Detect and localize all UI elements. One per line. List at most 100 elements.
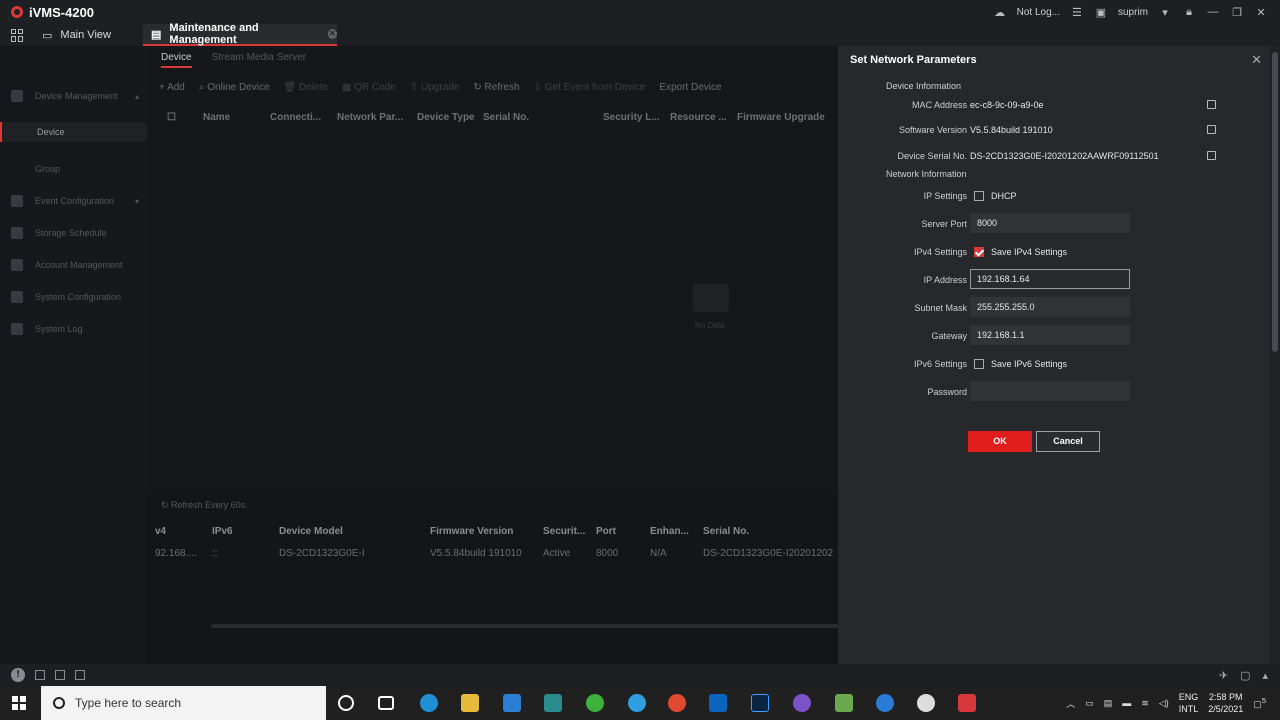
column-header[interactable]: Name — [203, 112, 230, 123]
add-button[interactable]: + Add — [159, 82, 185, 93]
obs-icon[interactable] — [917, 694, 935, 712]
sidebar-item-group[interactable]: Group — [0, 159, 147, 179]
outlook-icon[interactable] — [709, 694, 727, 712]
camera-icon[interactable]: ▭ — [1085, 698, 1094, 709]
export-device-button[interactable]: Export Device — [659, 82, 721, 93]
column-header[interactable]: Enhan... — [650, 526, 689, 537]
dell-icon[interactable] — [544, 694, 562, 712]
vertical-scrollbar[interactable] — [1270, 46, 1280, 664]
column-header[interactable]: v4 — [155, 526, 166, 537]
apps-grid-icon[interactable] — [11, 28, 24, 42]
table-row[interactable]: 92.168.... :: DS-2CD1323G0E-I V5.5.84bui… — [147, 544, 838, 562]
notification-icon[interactable]: ▢5 — [1253, 696, 1266, 710]
copy-icon[interactable] — [1207, 125, 1216, 134]
trash-icon[interactable] — [35, 670, 45, 680]
tab-close-icon[interactable]: ✕ — [327, 29, 337, 39]
column-header[interactable]: Security L... — [603, 112, 660, 123]
refresh-button[interactable]: ↻ Refresh — [473, 82, 519, 93]
refresh-interval[interactable]: ↻ Refresh Every 60s. — [161, 500, 248, 511]
chevron-up-icon[interactable]: ︿ — [1066, 697, 1075, 710]
sidebar-item-storage-schedule[interactable]: Storage Schedule — [0, 223, 147, 243]
subnet-mask-field[interactable]: 255.255.255.0 — [970, 297, 1130, 317]
internet-explorer-icon[interactable] — [628, 694, 646, 712]
server-port-field[interactable]: 8000 — [970, 213, 1130, 233]
copy-icon[interactable] — [1207, 151, 1216, 160]
column-header[interactable]: Device Model — [279, 526, 343, 537]
online-device-button[interactable]: ⌕ Online Device — [199, 82, 270, 93]
column-header[interactable]: Resource ... — [670, 112, 727, 123]
column-header[interactable]: Securit... — [543, 526, 585, 537]
cloud-icon[interactable]: ☁ — [993, 5, 1007, 19]
list-icon[interactable]: ☰ — [1070, 5, 1084, 19]
qr-code-button[interactable]: ▦ QR Code — [342, 82, 396, 93]
copy-icon[interactable] — [1207, 100, 1216, 109]
monitor-icon[interactable]: ▤ — [1104, 698, 1113, 709]
fullscreen-icon[interactable]: ▢ — [1240, 669, 1250, 682]
save-ipv6-checkbox[interactable] — [974, 359, 984, 369]
close-icon[interactable]: ✕ — [1251, 52, 1262, 68]
speaker-icon[interactable] — [75, 670, 85, 680]
battery-icon[interactable]: ▬ — [1122, 698, 1131, 708]
sidebar-item-account-management[interactable]: Account Management — [0, 255, 147, 275]
chrome-icon[interactable] — [668, 694, 686, 712]
utorrent-icon[interactable] — [835, 694, 853, 712]
ip-address-field[interactable]: 192.168.1.64 — [970, 269, 1130, 289]
column-header[interactable]: Port — [596, 526, 616, 537]
wechat-icon[interactable] — [586, 694, 604, 712]
sidebar-item-event-configuration[interactable]: Event Configuration ▾ — [0, 191, 147, 211]
sidebar-item-device-management[interactable]: Device Management ▴ — [0, 86, 147, 106]
sidebar-item-system-log[interactable]: System Log — [0, 319, 147, 339]
sidebar-item-system-configuration[interactable]: System Configuration — [0, 287, 147, 307]
edge-icon[interactable] — [420, 694, 438, 712]
task-view-icon[interactable] — [378, 696, 394, 710]
horizontal-scrollbar[interactable] — [211, 624, 838, 628]
mail-icon[interactable] — [503, 694, 521, 712]
column-header[interactable]: Network Par... — [337, 112, 403, 123]
chevron-down-icon[interactable]: ▾ — [1158, 5, 1172, 19]
taskbar-clock[interactable]: 2:58 PM 2/5/2021 — [1208, 691, 1243, 715]
column-header[interactable]: Serial No. — [483, 112, 529, 123]
select-all-checkbox[interactable]: ☐ — [167, 112, 176, 123]
taskbar-search-box[interactable]: Type here to search — [41, 686, 326, 720]
gateway-field[interactable]: 192.168.1.1 — [970, 325, 1130, 345]
cloud-status[interactable]: Not Log... — [1017, 7, 1060, 18]
column-header[interactable]: Firmware Upgrade — [737, 112, 825, 123]
column-header[interactable]: Device Type — [417, 112, 475, 123]
close-icon[interactable]: ✕ — [1254, 5, 1268, 19]
save-ipv4-checkbox[interactable] — [974, 247, 984, 257]
column-header[interactable]: Serial No. — [703, 526, 749, 537]
subtab-device[interactable]: Device — [161, 52, 192, 68]
file-explorer-icon[interactable] — [461, 694, 479, 712]
ok-button[interactable]: OK — [968, 431, 1032, 452]
minimize-icon[interactable]: — — [1206, 5, 1220, 19]
language-indicator[interactable]: ENG INTL — [1179, 691, 1199, 715]
tab-maintenance[interactable]: ▤ Maintenance and Management ✕ — [143, 22, 337, 46]
volume-icon[interactable]: ◁) — [1159, 698, 1169, 709]
viber-icon[interactable] — [793, 694, 811, 712]
upgrade-button[interactable]: ⇧ Upgrade — [410, 82, 460, 93]
browser-icon[interactable] — [876, 694, 894, 712]
cancel-button[interactable]: Cancel — [1036, 431, 1100, 452]
tab-main-view[interactable]: ▭ Main View — [42, 29, 111, 42]
image-icon[interactable]: ▣ — [1094, 5, 1108, 19]
wifi-icon[interactable]: ≋ — [1141, 698, 1149, 709]
sidebar-item-device[interactable]: Device — [0, 122, 147, 142]
user-menu[interactable]: suprim — [1118, 7, 1148, 18]
subtab-stream-media-server[interactable]: Stream Media Server — [212, 52, 306, 68]
lock-icon[interactable]: 🔒︎ — [1182, 5, 1196, 19]
windows-start-icon[interactable] — [12, 696, 26, 710]
dhcp-checkbox[interactable] — [974, 191, 984, 201]
chevron-up-icon[interactable]: ▴ — [1262, 669, 1268, 682]
restore-icon[interactable]: ❐ — [1230, 5, 1244, 19]
pin-icon[interactable]: ✈ — [1219, 669, 1228, 682]
ivms-taskbar-icon[interactable] — [958, 694, 976, 712]
password-field[interactable] — [970, 381, 1130, 401]
scrollbar-thumb[interactable] — [1272, 52, 1278, 352]
column-header[interactable]: IPv6 — [212, 526, 233, 537]
column-header[interactable]: Firmware Version — [430, 526, 513, 537]
image-icon[interactable] — [55, 670, 65, 680]
delete-button[interactable]: 🗑︎ Delete — [284, 82, 328, 93]
cortana-icon[interactable] — [338, 695, 354, 711]
get-event-button[interactable]: ⇩ Get Event from Device — [534, 82, 646, 93]
photoshop-icon[interactable] — [751, 694, 769, 712]
